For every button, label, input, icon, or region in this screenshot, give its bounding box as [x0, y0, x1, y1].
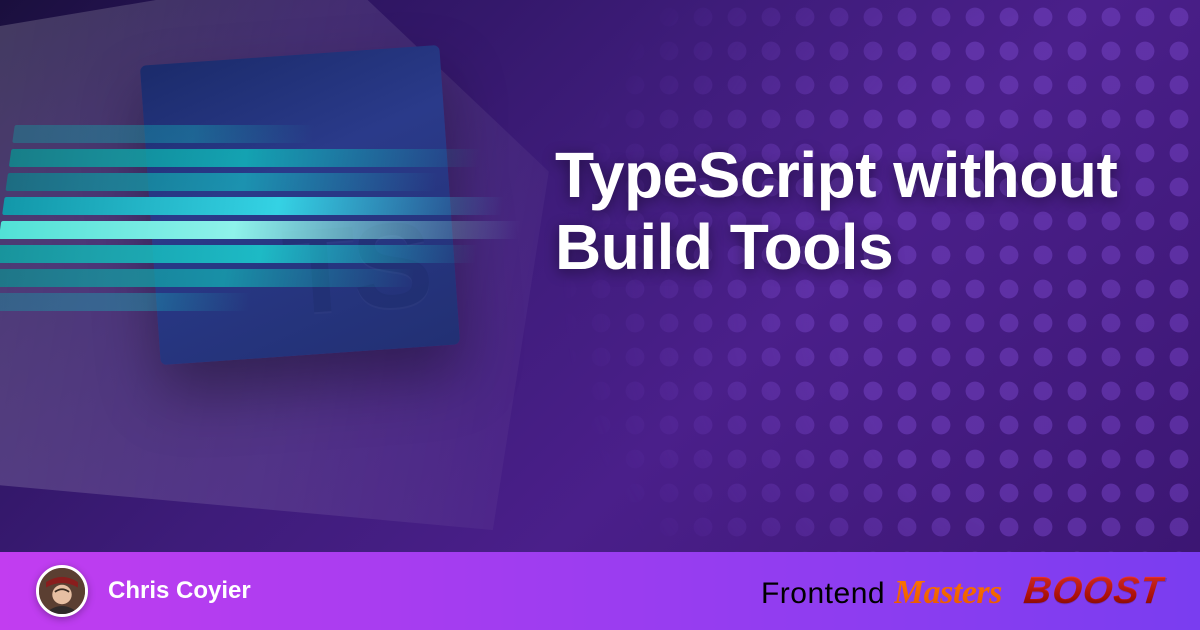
streak-bar	[2, 197, 505, 215]
streak-bar	[0, 245, 478, 263]
author-name: Chris Coyier	[108, 577, 741, 605]
social-card: TypeScript without Build Tools Chris Coy…	[0, 0, 1200, 630]
streak-bar	[0, 221, 521, 239]
article-title: TypeScript without Build Tools	[555, 140, 1130, 283]
brand-lockup: Frontend Masters BOOST	[761, 570, 1164, 613]
streak-bar	[9, 149, 482, 167]
brand-word-boost: BOOST	[1022, 570, 1167, 613]
author-bar: Chris Coyier Frontend Masters BOOST	[0, 552, 1200, 630]
author-avatar	[36, 565, 88, 617]
streak-bar	[0, 293, 251, 311]
brand-word-masters: Masters	[894, 574, 1002, 611]
brand-word-frontend: Frontend	[761, 577, 885, 610]
streak-bar	[5, 173, 438, 191]
brand-frontend-masters: Frontend Masters	[761, 574, 1002, 612]
avatar-placeholder-icon	[39, 568, 85, 614]
streak-bars	[0, 115, 556, 345]
streak-bar	[12, 125, 315, 143]
streak-bar	[0, 269, 415, 287]
